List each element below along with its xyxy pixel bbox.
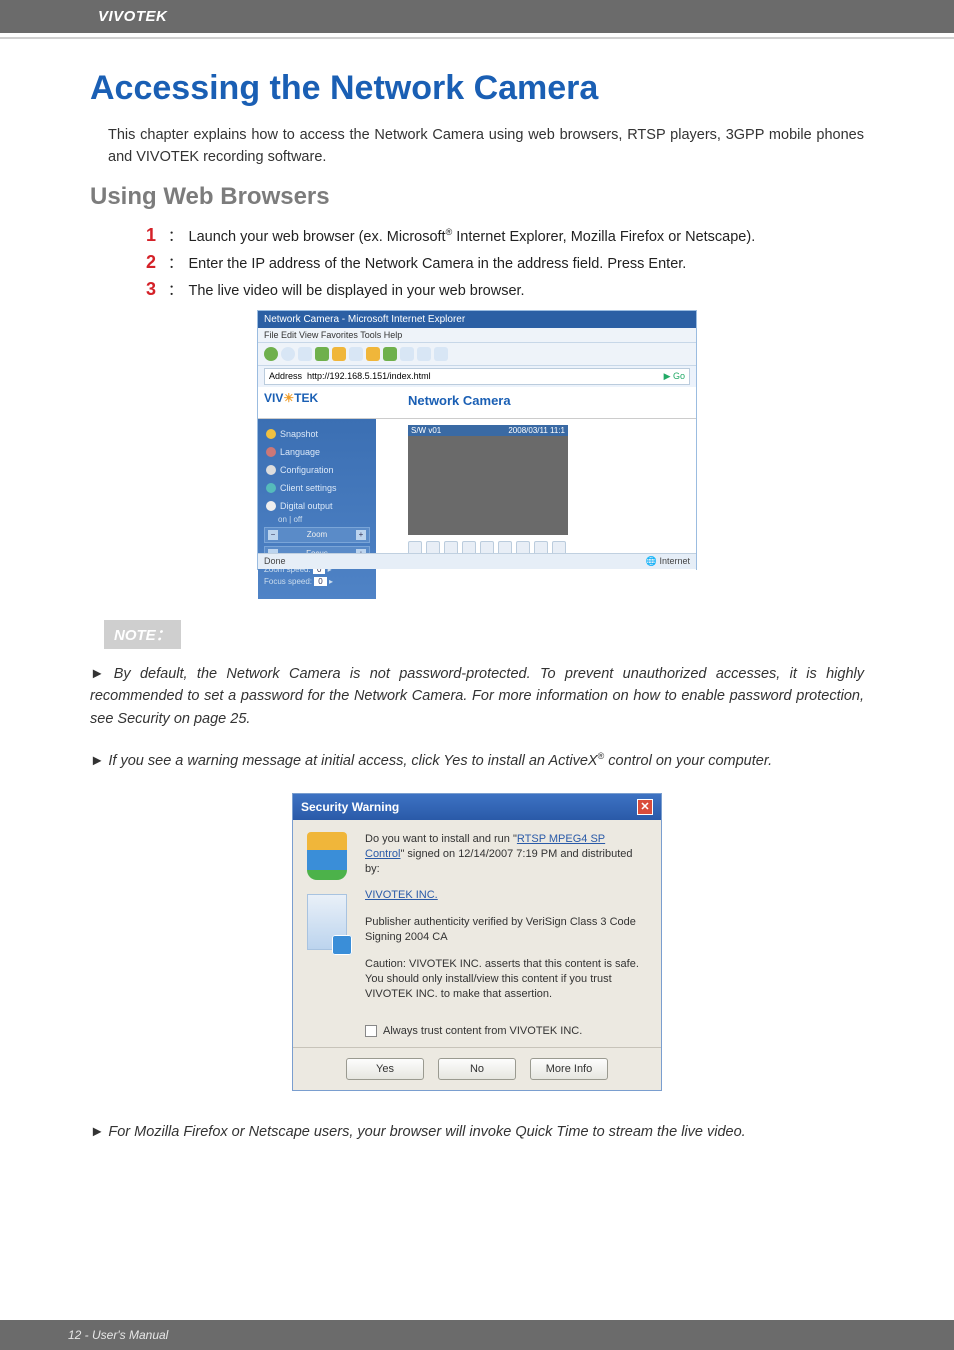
status-done: Done bbox=[264, 556, 286, 567]
note-3-text: For Mozilla Firefox or Netscape users, y… bbox=[108, 1124, 745, 1140]
section-using-browsers: Using Web Browsers bbox=[90, 183, 864, 211]
browser-address-bar: Address http://192.168.5.151/index.html … bbox=[264, 368, 690, 385]
sidebar-client-settings: Client settings bbox=[264, 479, 370, 497]
search-icon bbox=[349, 347, 363, 361]
arrow-icon: ► bbox=[90, 666, 104, 682]
sidebar-language: Language bbox=[264, 443, 370, 461]
always-trust-row[interactable]: Always trust content from VIVOTEK INC. bbox=[293, 1021, 661, 1047]
step-3-text: The live video will be displayed in your… bbox=[189, 283, 525, 299]
step-2: 2 ： Enter the IP address of the Network … bbox=[146, 252, 864, 273]
browser-screenshot: Network Camera - Microsoft Internet Expl… bbox=[257, 310, 697, 570]
sidebar-digital-output: Digital output bbox=[264, 497, 370, 515]
browser-status-bar: Done 🌐 Internet bbox=[258, 553, 696, 569]
more-info-button[interactable]: More Info bbox=[530, 1058, 608, 1080]
step-1-pre: Launch your web browser (ex. Microsoft bbox=[189, 229, 446, 245]
note-2-pre: If you see a warning message at initial … bbox=[108, 753, 597, 769]
dialog-text-column: Do you want to install and run "RTSP MPE… bbox=[365, 832, 647, 1014]
page-footer: 12 - User's Manual bbox=[0, 1320, 954, 1350]
minus-icon: − bbox=[268, 530, 278, 540]
vendor-link[interactable]: VIVOTEK INC. bbox=[365, 889, 438, 901]
header-divider bbox=[0, 37, 954, 39]
snapshot-icon bbox=[266, 429, 276, 439]
address-label: Address bbox=[269, 371, 302, 381]
step-number-3: 3 bbox=[146, 279, 162, 300]
sidebar-snapshot: Snapshot bbox=[264, 425, 370, 443]
gear-icon bbox=[266, 465, 276, 475]
page-title: Accessing the Network Camera bbox=[90, 69, 864, 108]
step-sep: ： bbox=[168, 279, 183, 300]
dialog-titlebar: Security Warning ✕ bbox=[293, 794, 661, 820]
forward-icon bbox=[281, 347, 295, 361]
vivotek-logo: VIV☀TEK bbox=[258, 387, 376, 419]
plus-icon: + bbox=[356, 530, 366, 540]
back-icon bbox=[264, 347, 278, 361]
step-3: 3 ： The live video will be displayed in … bbox=[146, 279, 864, 300]
close-icon[interactable]: ✕ bbox=[637, 799, 653, 815]
no-button[interactable]: No bbox=[438, 1058, 516, 1080]
dialog-message-1: Do you want to install and run "RTSP MPE… bbox=[365, 832, 647, 877]
note-3: ► For Mozilla Firefox or Netscape users,… bbox=[90, 1121, 864, 1143]
step-2-text: Enter the IP address of the Network Came… bbox=[189, 256, 687, 272]
settings-icon bbox=[266, 483, 276, 493]
intro-paragraph: This chapter explains how to access the … bbox=[90, 124, 864, 169]
print-icon bbox=[434, 347, 448, 361]
shield-icon bbox=[307, 832, 347, 876]
step-number-2: 2 bbox=[146, 252, 162, 273]
video-overlay-left: S/W v01 bbox=[411, 426, 441, 435]
video-stream: S/W v01 2008/03/11 11:1 bbox=[408, 425, 568, 535]
step-sep: ： bbox=[168, 225, 183, 246]
dialog-message-2: Publisher authenticity verified by VeriS… bbox=[365, 915, 647, 945]
note-1-text: By default, the Network Camera is not pa… bbox=[90, 666, 864, 727]
history-icon bbox=[400, 347, 414, 361]
browser-window-title: Network Camera - Microsoft Internet Expl… bbox=[258, 311, 696, 328]
step-1-post: Internet Explorer, Mozilla Firefox or Ne… bbox=[452, 229, 755, 245]
note-2-post: control on your computer. bbox=[604, 753, 772, 769]
header-brand: VIVOTEK bbox=[0, 0, 954, 33]
dialog-button-row: Yes No More Info bbox=[293, 1047, 661, 1090]
arrow-icon: ► bbox=[90, 1124, 104, 1140]
stop-icon bbox=[298, 347, 312, 361]
step-sep: ： bbox=[168, 252, 183, 273]
sidebar-configuration: Configuration bbox=[264, 461, 370, 479]
favorites-icon bbox=[366, 347, 380, 361]
browser-toolbar bbox=[258, 343, 696, 366]
go-button: ▶ Go bbox=[664, 371, 685, 382]
steps-list: 1 ： Launch your web browser (ex. Microso… bbox=[90, 225, 864, 300]
step-1-text: Launch your web browser (ex. Microsoft® … bbox=[189, 227, 756, 245]
dialog-message-3: Caution: VIVOTEK INC. asserts that this … bbox=[365, 957, 647, 1002]
language-icon bbox=[266, 447, 276, 457]
sidebar-do-onoff: on | off bbox=[264, 515, 370, 524]
step-number-1: 1 bbox=[146, 225, 162, 246]
video-overlay-right: 2008/03/11 11:1 bbox=[508, 426, 565, 435]
always-trust-label: Always trust content from VIVOTEK INC. bbox=[383, 1025, 582, 1037]
package-icon bbox=[307, 894, 347, 950]
address-value: http://192.168.5.151/index.html bbox=[307, 371, 431, 381]
camera-page-title: Network Camera bbox=[408, 393, 690, 408]
security-warning-dialog: Security Warning ✕ Do you want to instal… bbox=[292, 793, 662, 1092]
home-icon bbox=[332, 347, 346, 361]
media-icon bbox=[383, 347, 397, 361]
mail-icon bbox=[417, 347, 431, 361]
arrow-icon: ► bbox=[90, 753, 104, 769]
note-2: ► If you see a warning message at initia… bbox=[90, 750, 864, 772]
note-1: ► By default, the Network Camera is not … bbox=[90, 663, 864, 730]
dialog-title-text: Security Warning bbox=[301, 800, 399, 814]
sidebar-zoom: −Zoom+ bbox=[264, 527, 370, 543]
camera-main: S/W v01 2008/03/11 11:1 bbox=[376, 419, 696, 599]
checkbox-icon[interactable] bbox=[365, 1025, 377, 1037]
step-1: 1 ： Launch your web browser (ex. Microso… bbox=[146, 225, 864, 246]
note-label: NOTE： bbox=[104, 620, 181, 649]
yes-button[interactable]: Yes bbox=[346, 1058, 424, 1080]
browser-menu-bar: File Edit View Favorites Tools Help bbox=[258, 328, 696, 343]
refresh-icon bbox=[315, 347, 329, 361]
camera-sidebar: Snapshot Language Configuration Client s… bbox=[258, 419, 376, 599]
status-internet: 🌐 Internet bbox=[646, 556, 690, 567]
sidebar-focus-speed: Focus speed: 0 ▸ bbox=[264, 577, 370, 586]
dialog-icon-column bbox=[307, 832, 353, 1014]
output-icon bbox=[266, 501, 276, 511]
